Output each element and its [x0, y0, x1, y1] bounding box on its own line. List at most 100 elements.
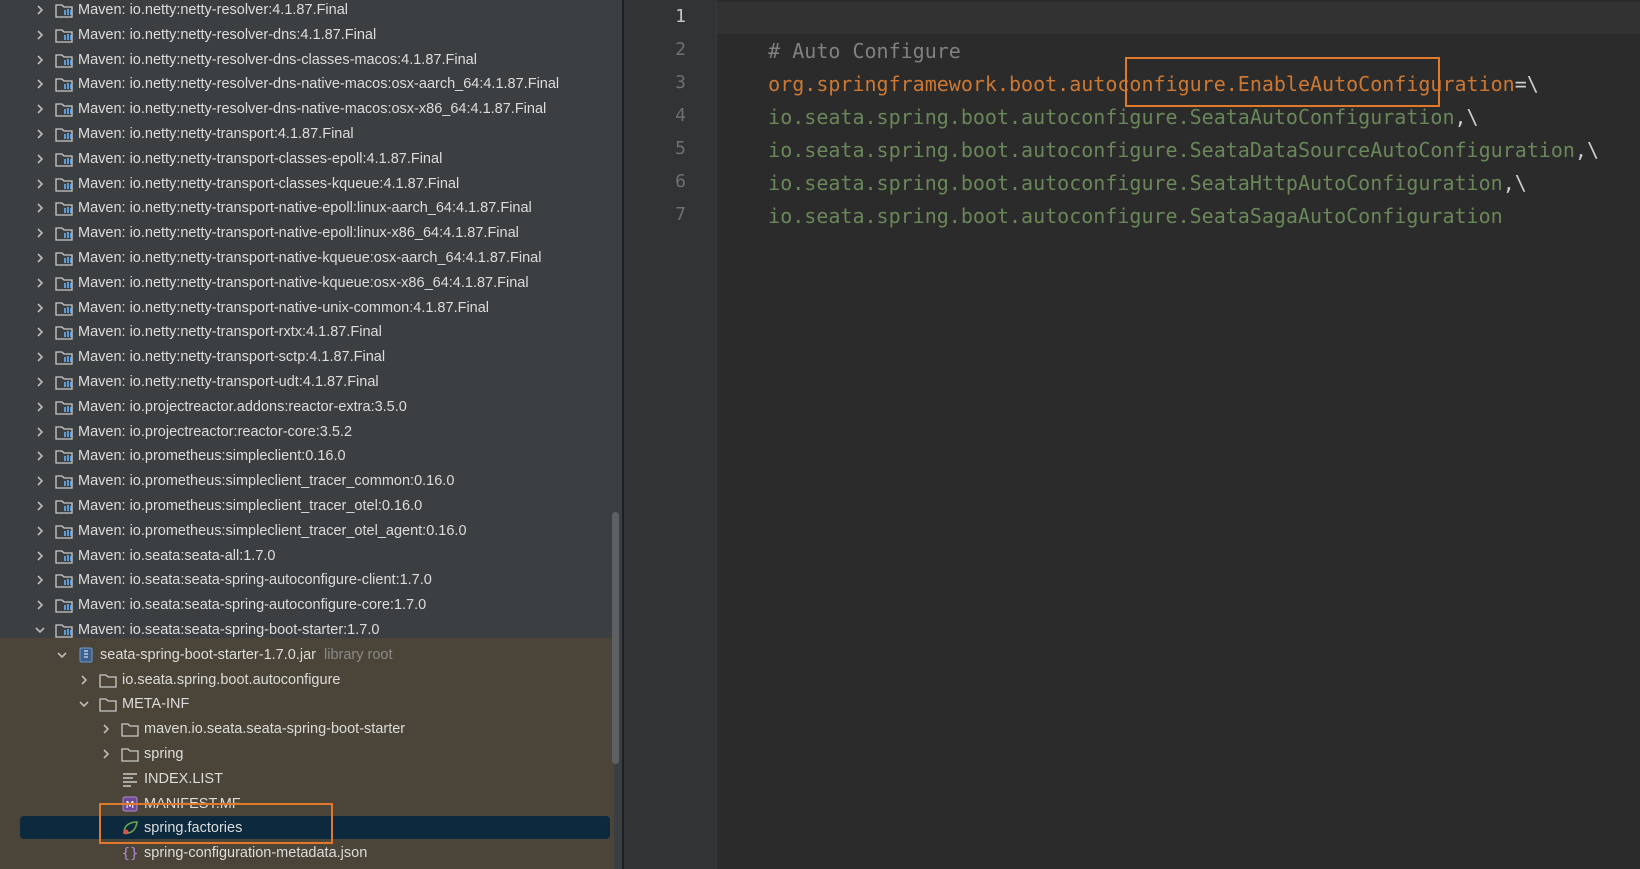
tree-row-label: Maven: io.projectreactor.addons:reactor-… — [78, 398, 407, 415]
library-folder-icon — [55, 448, 73, 465]
library-folder-icon — [55, 572, 73, 589]
tree-row[interactable]: {} spring-configuration-metadata.json — [0, 841, 622, 865]
tree-row[interactable]: META-INF — [0, 692, 622, 716]
chevron-right-icon[interactable] — [33, 375, 47, 389]
chevron-right-icon[interactable] — [33, 350, 47, 364]
tree-row[interactable]: Maven: io.netty:netty-transport-udt:4.1.… — [0, 370, 622, 394]
chevron-right-icon[interactable] — [33, 573, 47, 587]
code-line-5[interactable]: io.seata.spring.boot.autoconfigure.Seata… — [720, 132, 1527, 195]
chevron-right-icon[interactable] — [99, 722, 113, 736]
tree-row[interactable]: Maven: io.netty:netty-transport-rxtx:4.1… — [0, 320, 622, 344]
tree-row[interactable]: INDEX.LIST — [0, 767, 622, 791]
tree-row[interactable]: Maven: io.netty:netty-transport-sctp:4.1… — [0, 345, 622, 369]
tree-row[interactable]: Maven: io.projectreactor.addons:reactor-… — [0, 395, 622, 419]
library-folder-icon — [55, 27, 73, 43]
tree-row[interactable]: spring.factories — [0, 816, 622, 840]
tree-row[interactable]: Maven: io.netty:netty-transport-classes-… — [0, 172, 622, 196]
chevron-right-icon[interactable] — [99, 747, 113, 761]
chevron-right-icon[interactable] — [33, 251, 47, 265]
library-folder-icon — [55, 548, 73, 564]
chevron-right-icon[interactable] — [33, 177, 47, 191]
chevron-right-icon[interactable] — [33, 400, 47, 414]
chevron-right-icon[interactable] — [33, 425, 47, 439]
library-folder-icon — [55, 225, 73, 241]
chevron-right-icon[interactable] — [33, 325, 47, 339]
library-folder-icon — [55, 52, 73, 68]
separator-token: ,\ — [1574, 138, 1600, 162]
chevron-right-icon[interactable] — [33, 127, 47, 141]
tree-row[interactable]: Maven: io.seata:seata-all:1.7.0 — [0, 544, 622, 568]
code-line-3[interactable]: io.seata.spring.boot.autoconfigure.Seata… — [720, 66, 1478, 129]
chevron-right-icon[interactable] — [33, 524, 47, 538]
chevron-right-icon[interactable] — [33, 226, 47, 240]
code-line-4[interactable]: io.seata.spring.boot.autoconfigure.Seata… — [720, 99, 1599, 162]
chevron-right-icon[interactable] — [33, 152, 47, 166]
chevron-right-icon[interactable] — [33, 77, 47, 91]
chevron-right-icon[interactable] — [33, 449, 47, 463]
tree-row[interactable]: Maven: io.netty:netty-resolver-dns-nativ… — [0, 97, 622, 121]
chevron-right-icon[interactable] — [33, 276, 47, 290]
library-folder-icon — [55, 101, 73, 117]
text-file-icon — [121, 771, 139, 787]
tree-row[interactable]: Maven: io.prometheus:simpleclient:0.16.0 — [0, 444, 622, 468]
library-folder-icon — [55, 498, 73, 514]
chevron-right-icon[interactable] — [33, 549, 47, 563]
chevron-right-icon[interactable] — [77, 673, 91, 687]
tree-row-label: Maven: io.netty:netty-transport-native-e… — [78, 200, 532, 217]
chevron-right-icon[interactable] — [33, 3, 47, 17]
chevron-right-icon[interactable] — [33, 102, 47, 116]
tree-row[interactable]: Maven: io.netty:netty-transport-native-u… — [0, 296, 622, 320]
tree-row[interactable]: Maven: io.seata:seata-spring-autoconfigu… — [0, 593, 622, 617]
library-folder-icon — [55, 399, 73, 415]
json-file-icon: {} — [121, 845, 139, 861]
chevron-right-icon[interactable] — [33, 474, 47, 488]
tree-row[interactable]: Maven: io.seata:seata-spring-autoconfigu… — [0, 568, 622, 592]
code-line-1[interactable]: # Auto Configure — [720, 0, 961, 63]
tree-row[interactable]: M MANIFEST.MF — [0, 792, 622, 816]
chevron-right-icon[interactable] — [33, 598, 47, 612]
svg-text:M: M — [126, 800, 135, 811]
chevron-right-icon[interactable] — [33, 201, 47, 215]
tree-row[interactable]: Maven: io.projectreactor:reactor-core:3.… — [0, 420, 622, 444]
chevron-right-icon[interactable] — [33, 301, 47, 315]
library-folder-icon — [55, 275, 73, 291]
tree-row[interactable]: Maven: io.netty:netty-transport-native-e… — [0, 221, 622, 245]
tree-row[interactable]: spring — [0, 742, 622, 766]
tree-row[interactable]: Maven: io.netty:netty-resolver-dns:4.1.8… — [0, 23, 622, 47]
tree-row[interactable]: Maven: io.netty:netty-transport-native-k… — [0, 271, 622, 295]
tree-row[interactable]: io.seata.spring.boot.autoconfigure — [0, 668, 622, 692]
tree-row-label: Maven: io.netty:netty-transport-sctp:4.1… — [78, 349, 386, 366]
tree-row[interactable]: Maven: io.netty:netty-resolver-dns-nativ… — [0, 72, 622, 96]
tree-row[interactable]: Maven: io.prometheus:simpleclient_tracer… — [0, 519, 622, 543]
chevron-down-icon[interactable] — [77, 697, 91, 711]
tree-scrollbar[interactable] — [612, 512, 619, 764]
library-folder-icon — [55, 200, 73, 217]
tree-row[interactable]: Maven: io.netty:netty-resolver-dns-class… — [0, 48, 622, 72]
tree-row[interactable]: Maven: io.prometheus:simpleclient_tracer… — [0, 469, 622, 493]
line-number: 7 — [675, 204, 686, 225]
tree-row[interactable]: seata-spring-boot-starter-1.7.0.jar libra… — [0, 643, 622, 667]
chevron-right-icon[interactable] — [33, 53, 47, 67]
tree-row-label: spring-configuration-metadata.json — [144, 845, 368, 862]
tree-row[interactable]: Maven: io.netty:netty-resolver:4.1.87.Fi… — [0, 0, 622, 22]
tree-row[interactable]: Maven: io.netty:netty-transport-native-e… — [0, 196, 622, 220]
code-line-6[interactable]: io.seata.spring.boot.autoconfigure.Seata… — [720, 165, 1503, 228]
tree-row[interactable]: Maven: io.prometheus:simpleclient_tracer… — [0, 494, 622, 518]
tree-row[interactable]: maven.io.seata.seata-spring-boot-starter — [0, 717, 622, 741]
tree-row-label: Maven: io.netty:netty-resolver-dns-nativ… — [78, 76, 560, 93]
tree-row[interactable]: Maven: io.seata:seata-spring-boot-starte… — [0, 618, 622, 642]
jar-archive-icon — [77, 647, 95, 663]
chevron-down-icon[interactable] — [55, 648, 69, 662]
tree-row-label: Maven: io.prometheus:simpleclient_tracer… — [78, 522, 467, 539]
line-number: 3 — [675, 72, 686, 93]
chevron-right-icon[interactable] — [33, 499, 47, 513]
code-line-2[interactable]: org.springframework.boot.autoconfigure.E… — [720, 33, 1539, 96]
code-editor[interactable]: 1 2 3 4 5 6 7 # Auto Configure org.sprin… — [624, 0, 1640, 869]
tree-row-label: maven.io.seata.seata-spring-boot-starter — [144, 721, 406, 738]
chevron-right-icon[interactable] — [33, 28, 47, 42]
tree-row[interactable]: Maven: io.netty:netty-transport-native-k… — [0, 246, 622, 270]
tree-row[interactable]: Maven: io.netty:netty-transport-classes-… — [0, 147, 622, 171]
chevron-down-icon[interactable] — [33, 623, 47, 637]
tree-row[interactable]: Maven: io.netty:netty-transport:4.1.87.F… — [0, 122, 622, 146]
